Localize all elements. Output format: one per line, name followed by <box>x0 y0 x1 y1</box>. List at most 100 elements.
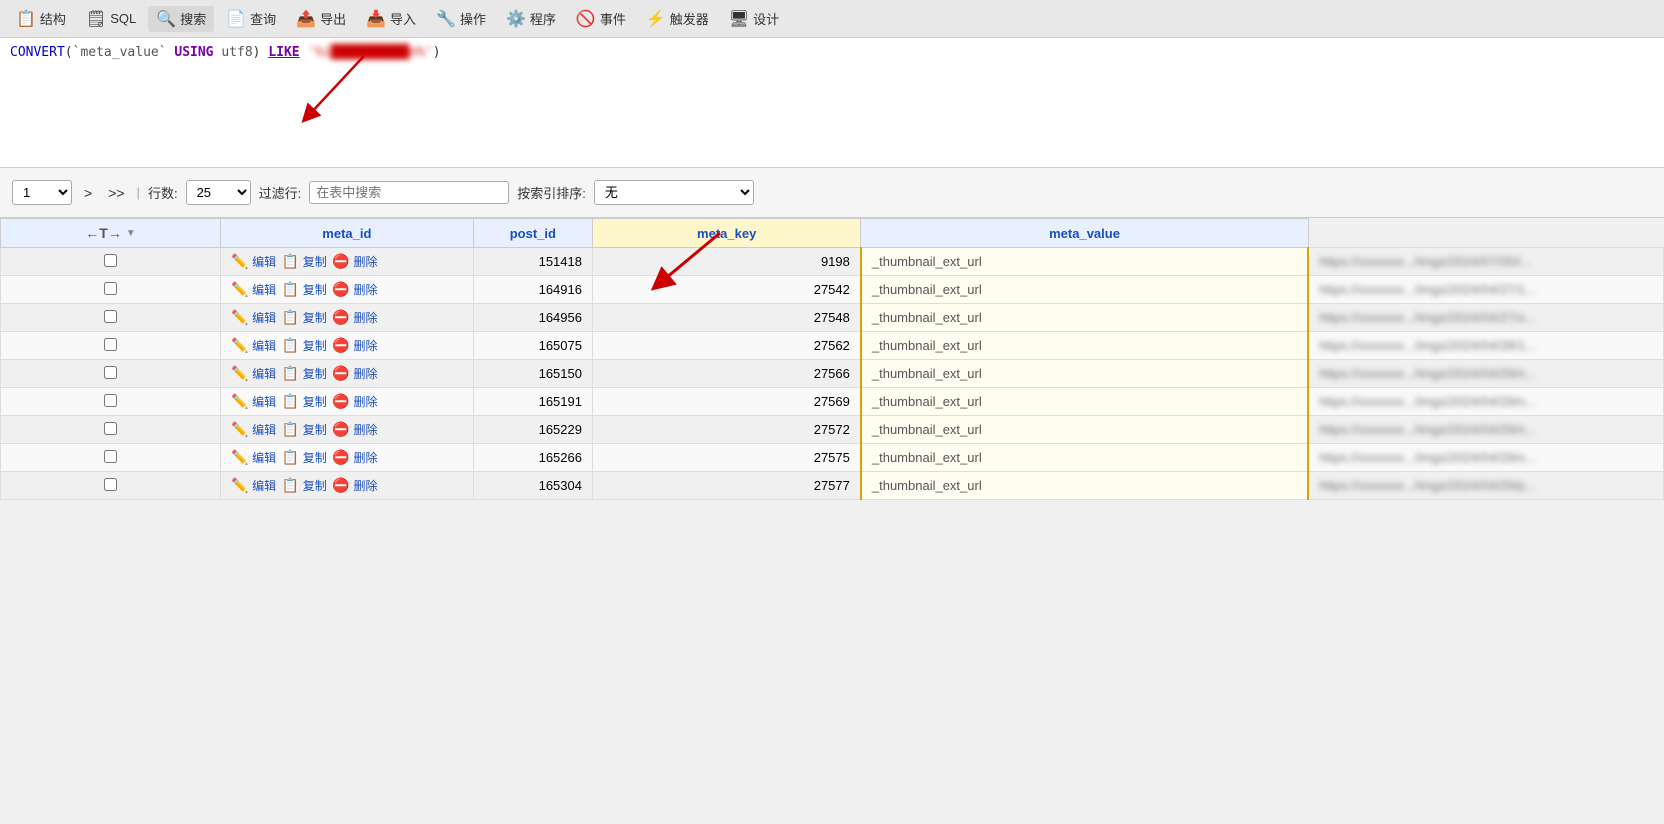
toolbar-item-import[interactable]: 📥 导入 <box>358 6 424 32</box>
col-header-meta-key[interactable]: meta_key <box>592 219 860 248</box>
toolbar-label-export: 导出 <box>320 9 346 28</box>
copy-link[interactable]: 复制 <box>303 395 327 409</box>
sort-label: 按索引排序: <box>517 183 586 202</box>
copy-link[interactable]: 复制 <box>303 283 327 297</box>
sql-function-convert: CONVERT <box>10 45 65 60</box>
row-checkbox[interactable] <box>104 450 117 463</box>
copy-link[interactable]: 复制 <box>303 451 327 465</box>
cell-post-id: 27548 <box>592 304 860 332</box>
row-checkbox[interactable] <box>104 338 117 351</box>
col-header-meta-value[interactable]: meta_value <box>861 219 1308 248</box>
toolbar-item-settings[interactable]: 🖥 设计 <box>721 6 787 32</box>
cell-meta-id: 165150 <box>473 360 592 388</box>
toolbar-item-search[interactable]: 🔍 搜索 <box>148 6 214 32</box>
sort-select[interactable]: 无 <box>594 180 754 205</box>
row-checkbox-cell <box>1 304 221 332</box>
copy-link[interactable]: 复制 <box>303 255 327 269</box>
toolbar-label-query: 查询 <box>250 9 276 28</box>
row-checkbox[interactable] <box>104 366 117 379</box>
cell-meta-value: https://xxxxxxx.../imgs/2024/04/27/1... <box>1308 276 1663 304</box>
table-row: ✏️ 编辑 📋 复制 ⛔ 删除 16526627575_thumbnail_ex… <box>1 444 1664 472</box>
sql-keyword-using: USING <box>174 45 213 60</box>
row-action-cell: ✏️ 编辑 📋 复制 ⛔ 删除 <box>221 276 474 304</box>
delete-icon: ⛔ <box>332 253 349 269</box>
toolbar-item-triggers[interactable]: ⚡ 触发器 <box>638 6 717 32</box>
delete-link[interactable]: 删除 <box>353 395 377 409</box>
nav-next-btn[interactable]: > <box>80 183 96 203</box>
copy-link[interactable]: 复制 <box>303 339 327 353</box>
cell-meta-key: _thumbnail_ext_url <box>861 276 1308 304</box>
delete-link[interactable]: 删除 <box>353 283 377 297</box>
cell-meta-key: _thumbnail_ext_url <box>861 332 1308 360</box>
row-checkbox[interactable] <box>104 422 117 435</box>
edit-link[interactable]: 编辑 <box>252 423 276 437</box>
edit-link[interactable]: 编辑 <box>252 367 276 381</box>
edit-icon: ✏️ <box>231 337 248 353</box>
row-checkbox[interactable] <box>104 394 117 407</box>
copy-link[interactable]: 复制 <box>303 423 327 437</box>
row-action-cell: ✏️ 编辑 📋 复制 ⛔ 删除 <box>221 472 474 500</box>
copy-icon: 📋 <box>282 449 299 465</box>
toolbar-item-events[interactable]: 🚫 事件 <box>568 6 634 32</box>
copy-link[interactable]: 复制 <box>303 367 327 381</box>
row-checkbox-cell <box>1 472 221 500</box>
cell-meta-value: https://xxxxxxx.../imgs/2024/04/29/n... <box>1308 416 1663 444</box>
delete-link[interactable]: 删除 <box>353 367 377 381</box>
delete-icon: ⛔ <box>332 449 349 465</box>
cell-meta-id: 165229 <box>473 416 592 444</box>
operations-icon: 🔧 <box>436 9 456 29</box>
sql-bar: CONVERT(`meta_value` USING utf8) LIKE '%… <box>0 38 1664 168</box>
toolbar-item-operations[interactable]: 🔧 操作 <box>428 6 494 32</box>
row-checkbox[interactable] <box>104 478 117 491</box>
structure-icon: 📋 <box>16 9 36 29</box>
edit-link[interactable]: 编辑 <box>252 479 276 493</box>
toolbar-item-programs[interactable]: ⚙️ 程序 <box>498 6 564 32</box>
edit-link[interactable]: 编辑 <box>252 395 276 409</box>
delete-icon: ⛔ <box>332 337 349 353</box>
table-row: ✏️ 编辑 📋 复制 ⛔ 删除 16491627542_thumbnail_ex… <box>1 276 1664 304</box>
col-header-post-id[interactable]: post_id <box>473 219 592 248</box>
filter-input[interactable] <box>309 181 509 204</box>
delete-icon: ⛔ <box>332 421 349 437</box>
cell-meta-id: 164956 <box>473 304 592 332</box>
edit-icon: ✏️ <box>231 281 248 297</box>
cell-meta-key: _thumbnail_ext_url <box>861 416 1308 444</box>
edit-link[interactable]: 编辑 <box>252 311 276 325</box>
delete-link[interactable]: 删除 <box>353 255 377 269</box>
toolbar-item-structure[interactable]: 📋 结构 <box>8 6 74 32</box>
cell-post-id: 27575 <box>592 444 860 472</box>
nav-last-btn[interactable]: >> <box>104 183 128 203</box>
rows-select[interactable]: 25 50 100 <box>186 180 251 205</box>
query-icon: 📄 <box>226 9 246 29</box>
row-checkbox[interactable] <box>104 310 117 323</box>
edit-link[interactable]: 编辑 <box>252 283 276 297</box>
row-action-cell: ✏️ 编辑 📋 复制 ⛔ 删除 <box>221 416 474 444</box>
delete-link[interactable]: 删除 <box>353 479 377 493</box>
col-header-meta-id[interactable]: meta_id <box>221 219 474 248</box>
edit-link[interactable]: 编辑 <box>252 451 276 465</box>
resize-handle[interactable]: ←T→ <box>85 225 122 241</box>
col-label-meta-key: meta_key <box>697 226 756 241</box>
import-icon: 📥 <box>366 9 386 29</box>
page-select[interactable]: 1 <box>12 180 72 205</box>
cell-meta-value: https://xxxxxxx.../imgs/2024/04/29/n... <box>1308 388 1663 416</box>
toolbar-item-query[interactable]: 📄 查询 <box>218 6 284 32</box>
row-action-cell: ✏️ 编辑 📋 复制 ⛔ 删除 <box>221 360 474 388</box>
toolbar-item-export[interactable]: 📤 导出 <box>288 6 354 32</box>
toolbar-item-sql[interactable]: 🗒 SQL <box>78 6 144 32</box>
row-checkbox[interactable] <box>104 254 117 267</box>
toolbar: 📋 结构 🗒 SQL 🔍 搜索 📄 查询 📤 导出 📥 导入 🔧 操作 ⚙️ <box>0 0 1664 38</box>
edit-link[interactable]: 编辑 <box>252 339 276 353</box>
row-checkbox-cell <box>1 444 221 472</box>
table-row: ✏️ 编辑 📋 复制 ⛔ 删除 16522927572_thumbnail_ex… <box>1 416 1664 444</box>
delete-link[interactable]: 删除 <box>353 423 377 437</box>
copy-link[interactable]: 复制 <box>303 311 327 325</box>
delete-link[interactable]: 删除 <box>353 339 377 353</box>
delete-link[interactable]: 删除 <box>353 451 377 465</box>
delete-link[interactable]: 删除 <box>353 311 377 325</box>
edit-link[interactable]: 编辑 <box>252 255 276 269</box>
row-checkbox[interactable] <box>104 282 117 295</box>
cell-post-id: 27562 <box>592 332 860 360</box>
sql-string-value: '%i██████████n%' <box>307 45 432 60</box>
copy-link[interactable]: 复制 <box>303 479 327 493</box>
